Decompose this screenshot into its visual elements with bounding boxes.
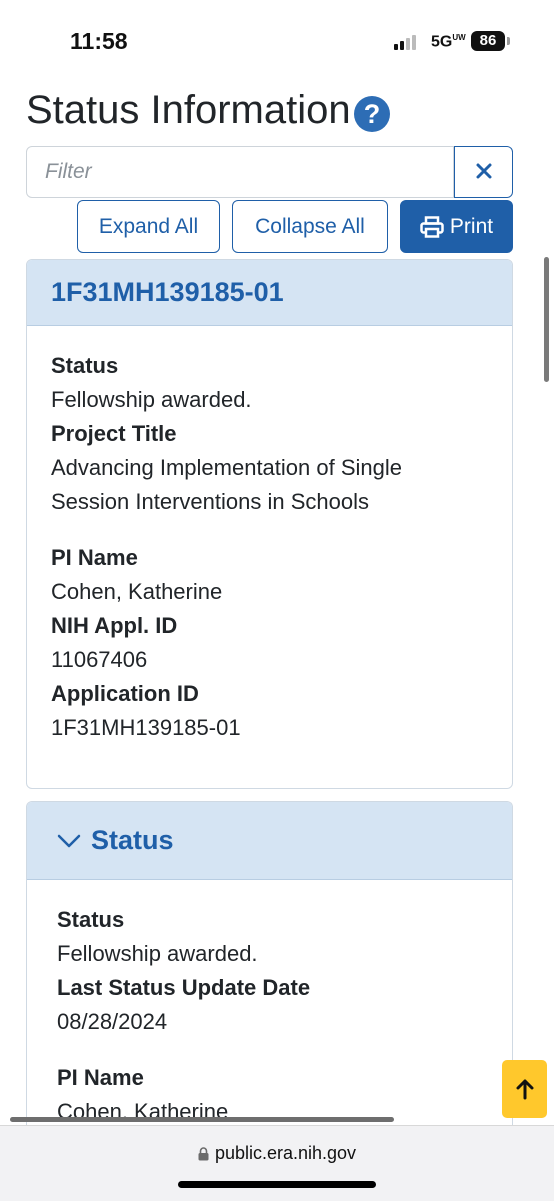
field-value: 11067406: [51, 647, 148, 672]
expand-all-button[interactable]: Expand All: [77, 200, 220, 253]
summary-card-header: 1F31MH139185-01: [27, 260, 512, 326]
field-value: 1F31MH139185-01: [51, 715, 241, 740]
field-project-title: Project Title Advancing Implementation o…: [51, 417, 451, 519]
signal-icon: [394, 34, 420, 50]
field-value: Fellowship awarded.: [51, 387, 252, 412]
print-button[interactable]: Print: [400, 200, 513, 253]
field-status: Status Fellowship awarded.: [57, 903, 258, 971]
field-label: PI Name: [57, 1065, 144, 1090]
field-value: Cohen, Katherine: [57, 1099, 229, 1124]
chevron-down-icon: [57, 834, 81, 847]
status-bar: 11:58 5GUW 86: [0, 0, 554, 80]
field-label: Status: [51, 353, 119, 378]
collapse-all-button[interactable]: Collapse All: [232, 200, 388, 253]
field-label: Status: [57, 907, 125, 932]
field-label: PI Name: [51, 545, 138, 570]
arrow-up-icon: [516, 1079, 533, 1100]
vertical-scrollbar[interactable]: [544, 257, 549, 382]
field-pi-name: PI Name Cohen, Katherine: [51, 541, 222, 609]
lock-icon: [198, 1147, 209, 1161]
help-icon[interactable]: ?: [354, 96, 390, 132]
field-value: Advancing Implementation of Single Sessi…: [51, 455, 402, 514]
battery-tip: [507, 37, 510, 45]
field-last-status-update-date: Last Status Update Date 08/28/2024: [57, 971, 310, 1039]
address-bar[interactable]: public.era.nih.gov: [0, 1143, 554, 1164]
home-indicator[interactable]: [178, 1181, 376, 1188]
print-label: Print: [449, 214, 494, 238]
field-label: Application ID: [51, 681, 199, 706]
battery-icon: 86: [471, 31, 505, 51]
field-label: Last Status Update Date: [57, 975, 311, 1000]
printer-icon: [420, 215, 444, 238]
field-label: Project Title: [51, 421, 177, 446]
filter-input[interactable]: [26, 146, 454, 198]
clear-filter-button[interactable]: [454, 146, 513, 198]
clock: 11:58: [70, 28, 128, 54]
horizontal-scrollbar[interactable]: [10, 1117, 394, 1122]
close-icon: [476, 163, 491, 178]
network-indicator: 5GUW: [431, 33, 466, 51]
field-value: Fellowship awarded.: [57, 941, 258, 966]
field-label: NIH Appl. ID: [51, 613, 178, 638]
summary-card: 1F31MH139185-01 Status Fellowship awarde…: [26, 259, 513, 789]
status-card-header[interactable]: Status: [27, 802, 512, 880]
field-value: Cohen, Katherine: [51, 579, 223, 604]
status-card-title: Status: [91, 825, 174, 855]
back-to-top-button[interactable]: [502, 1060, 547, 1118]
url-text: public.era.nih.gov: [214, 1143, 357, 1163]
page-title: Status Information: [26, 88, 351, 132]
field-status: Status Fellowship awarded.: [51, 349, 252, 417]
field-value: 08/28/2024: [57, 1009, 168, 1034]
field-application-id: Application ID 1F31MH139185-01: [51, 677, 241, 745]
status-card: Status Status Fellowship awarded. Last S…: [26, 801, 513, 1131]
field-nih-appl-id: NIH Appl. ID 11067406: [51, 609, 177, 677]
